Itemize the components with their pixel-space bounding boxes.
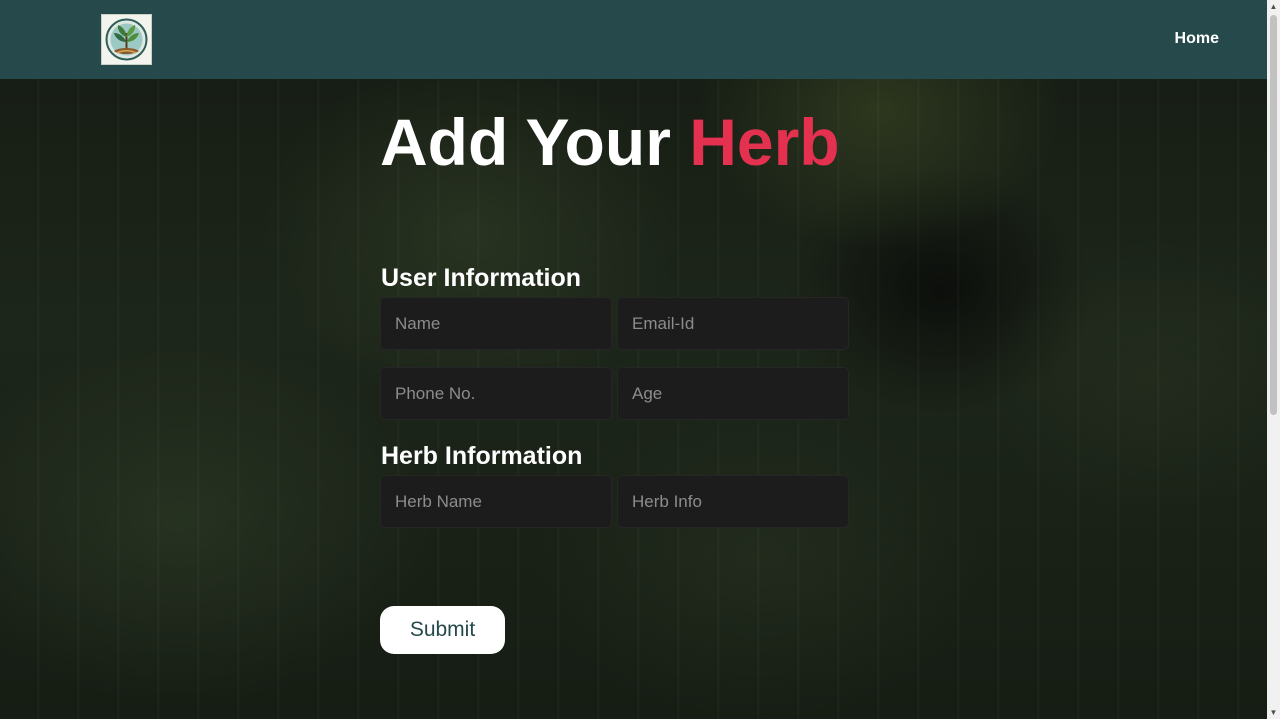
scroll-down-arrow-icon[interactable]: ▼ bbox=[1267, 706, 1280, 719]
scrollbar-thumb[interactable] bbox=[1270, 15, 1277, 415]
herb-information-heading: Herb Information bbox=[381, 442, 583, 470]
age-input[interactable] bbox=[617, 367, 849, 420]
user-information-heading: User Information bbox=[381, 264, 582, 292]
phone-input[interactable] bbox=[380, 367, 612, 420]
submit-button[interactable]: Submit bbox=[380, 606, 505, 654]
herb-name-input[interactable] bbox=[380, 475, 612, 528]
page-scrollbar[interactable]: ▲ ▼ bbox=[1267, 0, 1280, 719]
scroll-up-arrow-icon[interactable]: ▲ bbox=[1267, 0, 1280, 13]
herb-info-input[interactable] bbox=[617, 475, 849, 528]
site-logo[interactable] bbox=[101, 14, 152, 65]
nav-home-link[interactable]: Home bbox=[1175, 30, 1219, 48]
navbar: Home bbox=[0, 0, 1267, 79]
email-input[interactable] bbox=[617, 297, 849, 350]
page-title-accent: Herb bbox=[689, 105, 840, 179]
name-input[interactable] bbox=[380, 297, 612, 350]
page-title: Add Your Herb bbox=[380, 104, 840, 180]
page-title-main: Add Your bbox=[380, 105, 690, 179]
herb-tree-logo-icon bbox=[105, 18, 148, 61]
